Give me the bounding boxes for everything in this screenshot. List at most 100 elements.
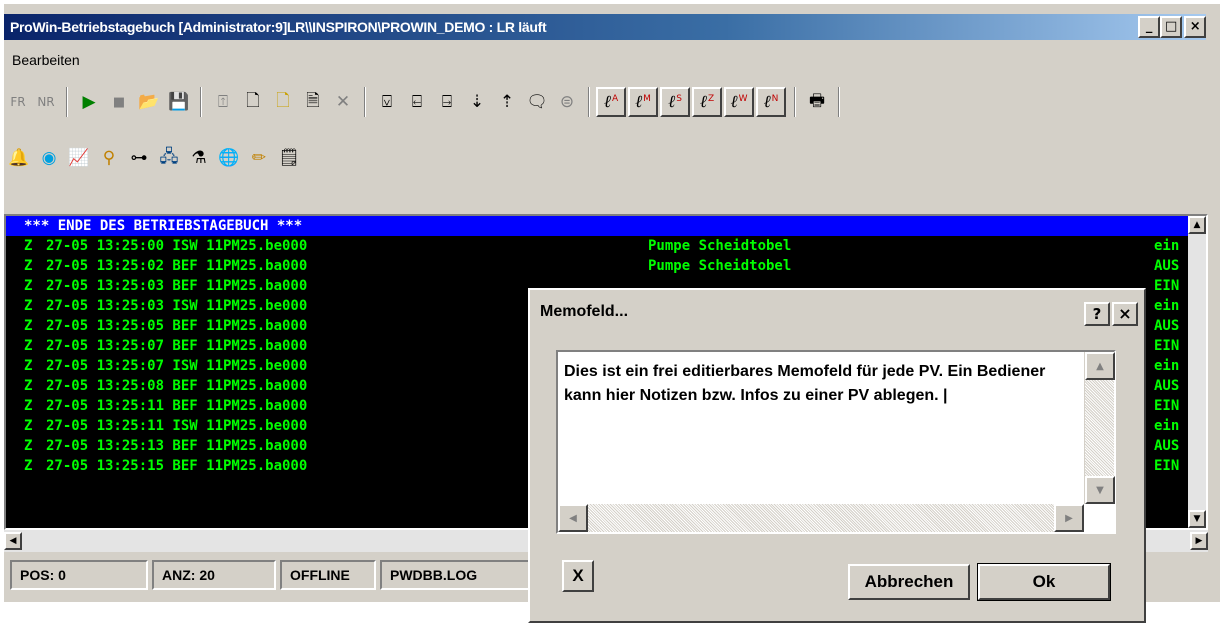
dialog-title-bar[interactable]: Memofeld... ? × xyxy=(532,292,1142,332)
pen-m-sub: M xyxy=(643,94,651,104)
sort-up-icon[interactable]: ⇡ xyxy=(492,87,522,117)
window-title: ProWin-Betriebstagebuch [Administrator:9… xyxy=(10,19,547,35)
pen-a-sub: A xyxy=(611,94,619,104)
scroll-left-icon[interactable]: ◀ xyxy=(4,532,22,550)
tree-icon[interactable]: ⊶ xyxy=(124,143,154,173)
help-button[interactable]: ? xyxy=(1084,302,1110,326)
stop-icon[interactable]: ■ xyxy=(104,87,134,117)
log-row-flag: Z xyxy=(24,298,33,314)
pen-m-icon[interactable]: ℓM xyxy=(628,87,658,117)
pen-glyph: ℓ xyxy=(635,92,643,112)
ok-button[interactable]: Ok xyxy=(977,563,1111,601)
log-end-marker[interactable]: *** ENDE DES BETRIEBSTAGEBUCH *** xyxy=(6,216,1188,236)
open-folder-icon[interactable]: 📂 xyxy=(134,87,164,117)
status-count: ANZ: 20 xyxy=(152,560,276,590)
memo-scroll-up-icon[interactable]: ▲ xyxy=(1085,352,1115,380)
play-icon[interactable]: ▶ xyxy=(74,87,104,117)
memo-scroll-down-icon[interactable]: ▼ xyxy=(1085,476,1115,504)
document-up-icon[interactable]: ⍐ xyxy=(208,87,238,117)
log-row-state: AUS xyxy=(1154,318,1180,334)
scroll-down-icon[interactable]: ▼ xyxy=(1188,510,1206,528)
document-edit-icon[interactable]: 🗎 xyxy=(298,87,328,117)
memo-scroll-right-icon[interactable]: ▶ xyxy=(1054,504,1084,532)
eye-icon[interactable]: ◉ xyxy=(34,143,64,173)
menu-bearbeiten[interactable]: Bearbeiten xyxy=(12,52,80,68)
memo-text[interactable]: Dies ist ein frei editierbares Memofeld … xyxy=(564,360,1084,408)
pen-n-icon[interactable]: ℓN xyxy=(756,87,786,117)
disabled-icon[interactable]: ⊜ xyxy=(552,87,582,117)
first-record-icon[interactable]: ⍌ xyxy=(372,87,402,117)
bell-icon[interactable]: 🔔 xyxy=(4,143,34,173)
pen-glyph: ℓ xyxy=(668,92,676,112)
log-row-entry: 27-05 13:25:05 BEF 11PM25.ba000 xyxy=(46,318,308,334)
secondary-toolbar: 🔔 ◉ 📈 ⚲ ⊶ 🖧 ⚗ 🌐 ✏ 🗒 xyxy=(4,140,304,176)
log-row[interactable]: Z 27-05 13:25:00 ISW 11PM25.be000 Pumpe Sc… xyxy=(6,236,1188,256)
log-row-name: Pumpe Scheidtobel xyxy=(648,258,792,274)
log-row-flag: Z xyxy=(24,458,33,474)
new-document-icon[interactable]: 🗋 xyxy=(238,87,268,117)
delete-icon[interactable]: ✕ xyxy=(328,87,358,117)
pencil-icon[interactable]: ✏ xyxy=(244,143,274,173)
fr-button[interactable]: FR xyxy=(4,87,32,117)
close-button[interactable]: × xyxy=(1184,16,1206,38)
pen-s-icon[interactable]: ℓS xyxy=(660,87,690,117)
log-row-flag: Z xyxy=(24,398,33,414)
log-row-entry: 27-05 13:25:11 BEF 11PM25.ba000 xyxy=(46,398,308,414)
log-row-entry: 27-05 13:25:00 ISW 11PM25.be000 xyxy=(46,238,308,254)
log-row-flag: Z xyxy=(24,278,33,294)
memo-vertical-scrollbar[interactable]: ▲ ▼ xyxy=(1084,352,1115,504)
log-row-entry: 27-05 13:25:11 ISW 11PM25.be000 xyxy=(46,418,308,434)
dialog-close-button[interactable]: × xyxy=(1112,302,1138,326)
pen-glyph: ℓ xyxy=(763,92,771,112)
memo-textarea[interactable]: Dies ist ein frei editierbares Memofeld … xyxy=(556,350,1116,534)
toolbar-separator xyxy=(364,87,366,117)
clear-button[interactable]: X xyxy=(562,560,594,592)
log-row-state: EIN xyxy=(1154,278,1180,294)
memo-dialog: Memofeld... ? × Dies ist ein frei editie… xyxy=(528,288,1146,623)
paint-icon[interactable]: ⚗ xyxy=(184,143,214,173)
title-bar[interactable]: ProWin-Betriebstagebuch [Administrator:9… xyxy=(4,14,1206,40)
log-row[interactable]: Z 27-05 13:25:02 BEF 11PM25.ba000 Pumpe Sc… xyxy=(6,256,1188,276)
log-row-state: AUS xyxy=(1154,378,1180,394)
network-icon[interactable]: 🖧 xyxy=(154,143,184,173)
toolbar-separator xyxy=(66,87,68,117)
main-toolbar: FR NR ▶ ■ 📂 💾 ⍐ 🗋 🗋 🗎 ✕ ⍌ ⍇ ⍈ ⇣ ⇡ 🗨 ⊜ ℓA… xyxy=(4,84,846,120)
pen-s-sub: S xyxy=(676,94,682,104)
globe-icon[interactable]: 🌐 xyxy=(214,143,244,173)
scroll-up-icon[interactable]: ▲ xyxy=(1188,216,1206,234)
scroll-right-icon[interactable]: ▶ xyxy=(1190,532,1208,550)
log-row-entry: 27-05 13:25:15 BEF 11PM25.ba000 xyxy=(46,458,308,474)
memo-icon[interactable]: 🗨 xyxy=(522,87,552,117)
next-record-icon[interactable]: ⍈ xyxy=(432,87,462,117)
log-row-entry: 27-05 13:25:07 BEF 11PM25.ba000 xyxy=(46,338,308,354)
sensor-icon[interactable]: ⚲ xyxy=(94,143,124,173)
save-icon[interactable]: 💾 xyxy=(164,87,194,117)
memo-horizontal-scrollbar[interactable]: ◀ ▶ xyxy=(558,504,1084,532)
log-row-entry: 27-05 13:25:13 BEF 11PM25.ba000 xyxy=(46,438,308,454)
log-row-state: ein xyxy=(1154,298,1180,314)
pen-glyph: ℓ xyxy=(699,92,707,112)
print-icon[interactable]: 🖶 xyxy=(802,87,832,117)
sort-down-icon[interactable]: ⇣ xyxy=(462,87,492,117)
pen-w-icon[interactable]: ℓW xyxy=(724,87,754,117)
maximize-button[interactable]: □ xyxy=(1160,16,1182,38)
notepad-icon[interactable]: 🗒 xyxy=(274,143,304,173)
log-row-state: EIN xyxy=(1154,398,1180,414)
minimize-button[interactable]: _ xyxy=(1138,16,1160,38)
trend-chart-icon[interactable]: 📈 xyxy=(64,143,94,173)
pen-n-sub: N xyxy=(771,94,779,104)
status-file: PWDBB.LOG xyxy=(380,560,530,590)
log-row-entry: 27-05 13:25:07 ISW 11PM25.be000 xyxy=(46,358,308,374)
nr-button[interactable]: NR xyxy=(32,87,60,117)
toolbar-separator xyxy=(200,87,202,117)
previous-record-icon[interactable]: ⍇ xyxy=(402,87,432,117)
log-row-flag: Z xyxy=(24,238,33,254)
log-vertical-scrollbar[interactable]: ▲ ▼ xyxy=(1188,216,1206,528)
yellow-document-icon[interactable]: 🗋 xyxy=(268,87,298,117)
cancel-button[interactable]: Abbrechen xyxy=(848,564,970,600)
pen-z-icon[interactable]: ℓZ xyxy=(692,87,722,117)
memo-scroll-left-icon[interactable]: ◀ xyxy=(558,504,588,532)
log-row-flag: Z xyxy=(24,338,33,354)
toolbar-separator xyxy=(838,87,840,117)
pen-a-icon[interactable]: ℓA xyxy=(596,87,626,117)
